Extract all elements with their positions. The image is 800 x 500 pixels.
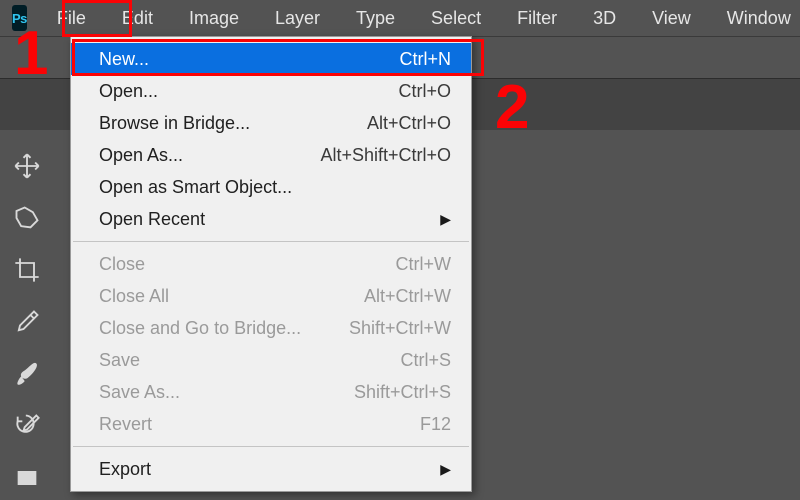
menu-image[interactable]: Image — [171, 0, 257, 36]
menu-select[interactable]: Select — [413, 0, 499, 36]
file-menu-dropdown: New...Ctrl+NOpen...Ctrl+OBrowse in Bridg… — [70, 36, 472, 492]
menu-item-shortcut: Ctrl+S — [380, 350, 451, 371]
submenu-arrow-icon: ▶ — [420, 461, 451, 478]
menu-separator — [73, 241, 469, 242]
menu-item-label: New... — [99, 49, 379, 70]
menu-item-label: Revert — [99, 414, 400, 435]
menu-layer[interactable]: Layer — [257, 0, 338, 36]
menu-item-label: Close and Go to Bridge... — [99, 318, 329, 339]
menu-item-label: Save — [99, 350, 380, 371]
menu-item-export[interactable]: Export▶ — [71, 453, 471, 485]
menu-type[interactable]: Type — [338, 0, 413, 36]
menu-item-shortcut: F12 — [400, 414, 451, 435]
menu-item-save: SaveCtrl+S — [71, 344, 471, 376]
menu-item-shortcut: Shift+Ctrl+W — [329, 318, 451, 339]
menu-filter[interactable]: Filter — [499, 0, 575, 36]
menu-item-new[interactable]: New...Ctrl+N — [71, 43, 471, 75]
menu-item-open-as[interactable]: Open As...Alt+Shift+Ctrl+O — [71, 139, 471, 171]
eyedropper-tool[interactable] — [5, 300, 49, 344]
menu-separator — [73, 446, 469, 447]
menu-item-open[interactable]: Open...Ctrl+O — [71, 75, 471, 107]
move-tool[interactable] — [5, 144, 49, 188]
menu-item-open-recent[interactable]: Open Recent▶ — [71, 203, 471, 235]
menu-item-shortcut: Ctrl+O — [378, 81, 451, 102]
menu-item-label: Open as Smart Object... — [99, 177, 431, 198]
crop-tool[interactable] — [5, 248, 49, 292]
lasso-tool[interactable] — [5, 196, 49, 240]
history-brush-tool[interactable] — [5, 404, 49, 448]
menu-item-label: Open... — [99, 81, 378, 102]
menu-item-shortcut: Ctrl+N — [379, 49, 451, 70]
menu-file[interactable]: File — [39, 0, 104, 36]
menu-item-label: Close All — [99, 286, 344, 307]
menu-item-shortcut: Shift+Ctrl+S — [334, 382, 451, 403]
menu-edit[interactable]: Edit — [104, 0, 171, 36]
rectangle-tool[interactable] — [5, 456, 49, 500]
menu-item-label: Open Recent — [99, 209, 420, 230]
menu-view[interactable]: View — [634, 0, 709, 36]
menu-item-revert: RevertF12 — [71, 408, 471, 440]
menu-item-shortcut: Alt+Ctrl+W — [344, 286, 451, 307]
menu-3d[interactable]: 3D — [575, 0, 634, 36]
menu-item-label: Close — [99, 254, 376, 275]
app-badge: Ps — [12, 5, 27, 31]
menu-item-label: Save As... — [99, 382, 334, 403]
toolbox — [0, 130, 55, 500]
menu-item-label: Browse in Bridge... — [99, 113, 347, 134]
menu-item-shortcut: Alt+Shift+Ctrl+O — [300, 145, 451, 166]
menu-item-browse-in-bridge[interactable]: Browse in Bridge...Alt+Ctrl+O — [71, 107, 471, 139]
menu-item-label: Export — [99, 459, 420, 480]
menu-item-save-as: Save As...Shift+Ctrl+S — [71, 376, 471, 408]
menu-item-label: Open As... — [99, 145, 300, 166]
menubar: Ps FileEditImageLayerTypeSelectFilter3DV… — [0, 0, 800, 36]
menu-item-shortcut: Alt+Ctrl+O — [347, 113, 451, 134]
brush-tool[interactable] — [5, 352, 49, 396]
menu-item-close: CloseCtrl+W — [71, 248, 471, 280]
menu-item-open-as-smart-object[interactable]: Open as Smart Object... — [71, 171, 471, 203]
menu-item-close-all: Close AllAlt+Ctrl+W — [71, 280, 471, 312]
menu-item-shortcut: Ctrl+W — [376, 254, 452, 275]
menu-window[interactable]: Window — [709, 0, 800, 36]
submenu-arrow-icon: ▶ — [420, 211, 451, 228]
app-badge-text: Ps — [12, 11, 27, 26]
menu-item-close-and-go-to-bridge: Close and Go to Bridge...Shift+Ctrl+W — [71, 312, 471, 344]
